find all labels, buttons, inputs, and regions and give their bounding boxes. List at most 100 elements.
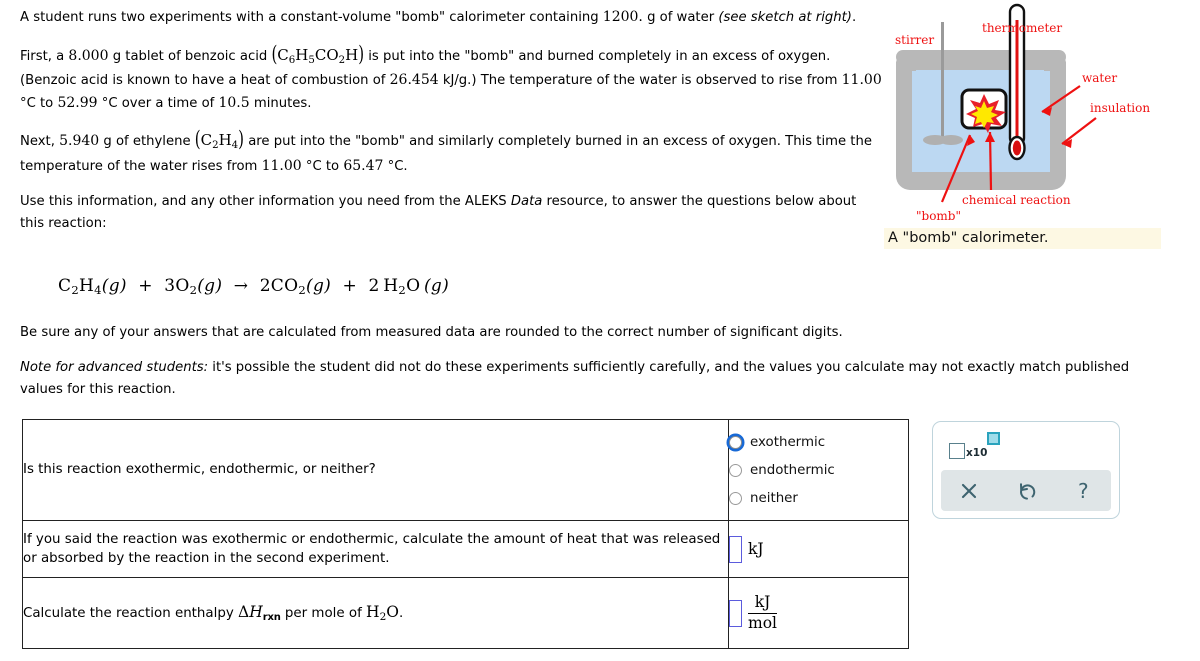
radio-option-endothermic[interactable]: endothermic [729,456,908,484]
intro-text-b: g of water [642,10,719,25]
advanced-note-label: Note for advanced students: [20,360,209,376]
enthalpy-unit-fraction: kJ mol [748,593,777,632]
benzoic-acid-formula: (C6H5CO2H) [271,41,364,67]
delta-symbol: Δ [238,602,250,621]
answer-table: Is this reaction exothermic, endothermic… [22,419,909,649]
label-insulation: insulation [1090,101,1150,115]
paragraph-second-experiment: Next, 5.940 g of ethylene (C2H4) are put… [20,126,882,177]
mantissa-placeholder-icon[interactable] [949,443,965,459]
table-row: Calculate the reaction enthalpy ΔHrxn pe… [22,577,909,649]
radio-button-neither-icon[interactable] [729,491,742,505]
figure-caption: A "bomb" calorimeter. [884,228,1161,249]
heat-input-field[interactable] [729,535,742,563]
radio-label-neither: neither [750,490,798,506]
right-paren: ) [358,40,365,67]
enthalpy-input-field[interactable] [729,599,742,627]
first-text-a: First, a [20,48,69,64]
scientific-notation-tool[interactable]: x10 [949,429,1119,459]
first-text-e: °C to [20,95,58,111]
answer-cell-enthalpy: kJ mol [728,577,909,649]
first-text-b: g tablet of benzoic acid [108,48,272,64]
enthalpy-subscript: rxn [262,611,281,623]
question-cell-thermicity: Is this reaction exothermic, endothermic… [22,419,729,521]
heat-unit-label: kJ [748,540,764,558]
undo-arrow-glyph [1019,482,1036,500]
enthalpy-answer-line: kJ mol [729,593,908,632]
times-ten-label: x10 [966,446,988,459]
water-mass-value: 1200. [602,9,643,25]
label-water: water [1082,71,1117,85]
see-sketch-note: (see sketch at right) [718,10,852,25]
first-text-d: kJ/g.) The temperature of the water is o… [438,73,842,89]
label-thermometer: thermometer [982,21,1062,35]
question-cell-heat: If you said the reaction was exothermic … [22,520,729,578]
product-carbon-dioxide: 2CO2(g) [259,276,332,298]
next-text-d: °C to [301,158,344,174]
label-stirrer: stirrer [895,33,934,47]
radio-option-exothermic[interactable]: exothermic [729,428,908,456]
reactant-oxygen: 3O2(g) [164,276,223,298]
product-water: 2 H2O (g) [368,276,450,298]
radio-button-endothermic-icon[interactable] [729,463,742,477]
water-formula: H2O [366,602,399,623]
close-x-glyph [962,483,977,498]
tool-button-bar: ? [941,470,1111,511]
unit-numerator: kJ [754,593,771,612]
question-cell-enthalpy: Calculate the reaction enthalpy ΔHrxn pe… [22,577,729,649]
problem-notes: Be sure any of your answers that are cal… [20,322,1170,414]
intro-text-a: A student runs two experiments with a co… [20,10,603,25]
paragraph-use-information: Use this information, and any other info… [20,191,882,234]
table-row: If you said the reaction was exothermic … [22,520,909,578]
next-text-a: Next, [20,134,60,150]
first-text-g: minutes. [249,95,312,111]
label-bomb: "bomb" [916,209,961,223]
leader-insulation [1061,117,1097,145]
thermometer-mercury-column [1015,20,1019,140]
clear-icon[interactable] [959,481,979,501]
plus-sign-2: + [336,276,363,296]
benzoic-heat-value: 26.454 [389,72,439,89]
exp2-t-final: 65.47 [343,157,384,174]
svg-text:?: ? [1078,480,1089,502]
enthalpy-question-period: . [399,605,404,621]
rim-top [896,50,1066,64]
left-paren: ( [271,40,278,67]
help-icon[interactable]: ? [1075,480,1093,502]
significant-digits-note: Be sure any of your answers that are cal… [20,325,843,340]
ethylene-mass-value: 5.940 [59,133,100,150]
heat-answer-line: kJ [729,535,908,563]
advanced-students-note: Note for advanced students: it's possibl… [20,357,1170,400]
calorimeter-figure: stirrer thermometer water insulation "bo… [884,2,1184,250]
right-paren: ) [238,126,245,153]
radio-option-neither[interactable]: neither [729,484,908,512]
first-text-f: °C over a time of [97,95,219,111]
question-mark-glyph: ? [1078,480,1089,502]
radio-label-endothermic: endothermic [750,462,835,478]
exp2-t-initial: 11.00 [261,157,302,174]
next-text-b: g of ethylene [99,134,195,150]
calorimeter-diagram: stirrer thermometer water insulation "bo… [895,3,1150,223]
stirrer-paddle-right [939,135,963,145]
problem-statement: A student runs two experiments with a co… [20,6,882,245]
reaction-arrow-icon: → [228,276,254,296]
exp1-t-final: 52.99 [57,94,98,111]
label-chemical-reaction: chemical reaction [962,193,1071,207]
thermometer-bulb-mercury [1012,140,1022,156]
answer-cell-thermicity: exothermic endothermic neither [728,419,909,521]
benzoic-mass-value: 8.000 [68,47,109,64]
enthalpy-question-text-a: Calculate the reaction enthalpy [23,605,239,621]
use-info-text-a: Use this information, and any other info… [20,194,511,210]
reactant-ethylene: C2H4(g) [58,276,127,298]
enthalpy-question-text-b: per mole of [280,605,367,621]
exp1-time: 10.5 [218,94,250,111]
paragraph-first-experiment: First, a 8.000 g tablet of benzoic acid … [20,41,882,115]
radio-button-exothermic-icon[interactable] [729,435,742,449]
enthalpy-symbol: H [249,602,263,621]
left-paren: ( [194,126,201,153]
paragraph-intro: A student runs two experiments with a co… [20,6,882,29]
exponent-placeholder-icon[interactable] [987,432,1001,445]
intro-text-c: . [851,10,857,25]
answer-tool-panel: x10 ? [932,421,1120,519]
stirrer-rod [941,22,944,138]
undo-icon[interactable] [1016,480,1038,502]
